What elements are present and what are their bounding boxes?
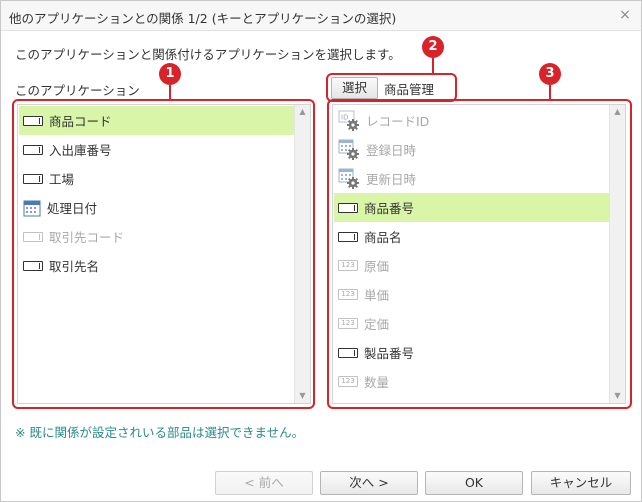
text-field-icon bbox=[338, 347, 358, 358]
callout-badge-2: 2 bbox=[422, 36, 444, 58]
field-item: 登録日時 bbox=[334, 135, 610, 164]
related-app-name: 商品管理 bbox=[384, 81, 435, 97]
this-app-field-list: 商品コード入出庫番号工場処理日付取引先コード 取引先名 ▲ ▼ bbox=[17, 104, 311, 404]
text-field-icon bbox=[23, 173, 43, 184]
field-item: 123 単価 bbox=[334, 280, 610, 309]
relation-dialog: 他のアプリケーションとの関係 1/2 (キーとアプリケーションの選択) × この… bbox=[0, 0, 642, 502]
related-app-selector: 選択 商品管理 bbox=[331, 77, 434, 99]
field-item[interactable]: 処理日付 bbox=[19, 193, 295, 222]
calendar-gear-icon bbox=[338, 139, 360, 161]
text-field-icon bbox=[338, 202, 358, 213]
field-item-label: 更新日時 bbox=[366, 172, 417, 187]
field-item: 123 定価 bbox=[334, 309, 610, 338]
field-item: 取引先コード bbox=[19, 222, 295, 251]
next-button[interactable]: 次へ > bbox=[320, 471, 418, 495]
number-icon: 123 bbox=[338, 289, 358, 300]
instruction-text: このアプリケーションと関係付けるアプリケーションを選択します。 bbox=[15, 47, 401, 62]
scroll-up-icon[interactable]: ▲ bbox=[295, 105, 310, 119]
this-app-label: このアプリケーション bbox=[15, 83, 140, 98]
left-list-scrollbar[interactable]: ▲ ▼ bbox=[294, 105, 310, 403]
callout-badge-3: 3 bbox=[539, 63, 561, 85]
scroll-up-icon[interactable]: ▲ bbox=[610, 105, 625, 119]
number-icon: 123 bbox=[338, 376, 358, 387]
dialog-titlebar: 他のアプリケーションとの関係 1/2 (キーとアプリケーションの選択) × bbox=[1, 1, 641, 31]
field-item: 123 数量 bbox=[334, 367, 610, 396]
field-item-label: 定価 bbox=[364, 317, 390, 332]
related-app-field-list: ID レコードID 登録日時更新日時商品番号商品名 123 原価 123 単価 123 定価製品… bbox=[332, 104, 626, 404]
field-item: 更新日時 bbox=[334, 164, 610, 193]
number-icon: 123 bbox=[338, 318, 358, 329]
field-item-label: 入出庫番号 bbox=[49, 143, 112, 158]
field-item[interactable]: 入出庫番号 bbox=[19, 135, 295, 164]
field-item[interactable]: 製品番号 bbox=[334, 338, 610, 367]
field-item-label: 数量 bbox=[364, 375, 390, 390]
id-gear-icon: ID bbox=[338, 110, 360, 132]
prev-button[interactable]: < 前へ bbox=[215, 471, 313, 495]
text-field-icon bbox=[23, 231, 43, 242]
field-item-label: 原価 bbox=[364, 259, 390, 274]
scroll-down-icon[interactable]: ▼ bbox=[610, 389, 625, 403]
dialog-title: 他のアプリケーションとの関係 1/2 (キーとアプリケーションの選択) bbox=[9, 11, 397, 26]
right-list-scrollbar[interactable]: ▲ ▼ bbox=[609, 105, 625, 403]
field-list-items: 商品コード入出庫番号工場処理日付取引先コード 取引先名 bbox=[19, 106, 295, 280]
note-text: ※ 既に関係が設定されいる部品は選択できません。 bbox=[15, 425, 305, 440]
select-app-button[interactable]: 選択 bbox=[331, 77, 379, 99]
field-item-label: 登録日時 bbox=[366, 143, 417, 158]
field-item-label: 商品名 bbox=[364, 230, 402, 245]
text-field-icon bbox=[338, 231, 358, 242]
field-item-label: 商品コード bbox=[49, 114, 112, 129]
field-item[interactable]: 取引先名 bbox=[19, 251, 295, 280]
field-item[interactable]: 工場 bbox=[19, 164, 295, 193]
field-item: 123 原価 bbox=[334, 251, 610, 280]
field-item[interactable]: 商品番号 bbox=[334, 193, 610, 222]
field-item-label: 商品番号 bbox=[364, 201, 415, 216]
field-item[interactable]: 商品コード bbox=[19, 106, 295, 135]
cancel-button[interactable]: キャンセル bbox=[531, 471, 631, 495]
ok-button[interactable]: OK bbox=[425, 471, 523, 495]
field-item[interactable]: 商品名 bbox=[334, 222, 610, 251]
field-item-label: 製品番号 bbox=[364, 346, 415, 361]
callout-badge-1: 1 bbox=[159, 63, 181, 85]
scroll-down-icon[interactable]: ▼ bbox=[295, 389, 310, 403]
field-item-label: 処理日付 bbox=[47, 201, 98, 216]
callout-line-1 bbox=[169, 85, 171, 99]
text-field-icon bbox=[23, 260, 43, 271]
field-list-items: ID レコードID 登録日時更新日時商品番号商品名 123 原価 123 単価 123 定価製品… bbox=[334, 106, 610, 396]
text-field-icon bbox=[23, 144, 43, 155]
svg-text:ID: ID bbox=[341, 113, 348, 121]
field-item-label: 工場 bbox=[49, 172, 75, 187]
field-item-label: レコードID bbox=[366, 114, 430, 129]
close-icon[interactable]: × bbox=[617, 7, 633, 23]
field-item-label: 単価 bbox=[364, 288, 390, 303]
number-icon: 123 bbox=[338, 260, 358, 271]
field-item-label: 取引先名 bbox=[49, 259, 100, 274]
text-field-icon bbox=[23, 115, 43, 126]
calendar-gear-icon bbox=[338, 168, 360, 190]
callout-line-3 bbox=[549, 85, 551, 99]
field-item: ID レコードID bbox=[334, 106, 610, 135]
callout-line-2 bbox=[432, 58, 434, 73]
field-item-label: 取引先コード bbox=[49, 230, 125, 245]
calendar-icon bbox=[23, 199, 41, 217]
